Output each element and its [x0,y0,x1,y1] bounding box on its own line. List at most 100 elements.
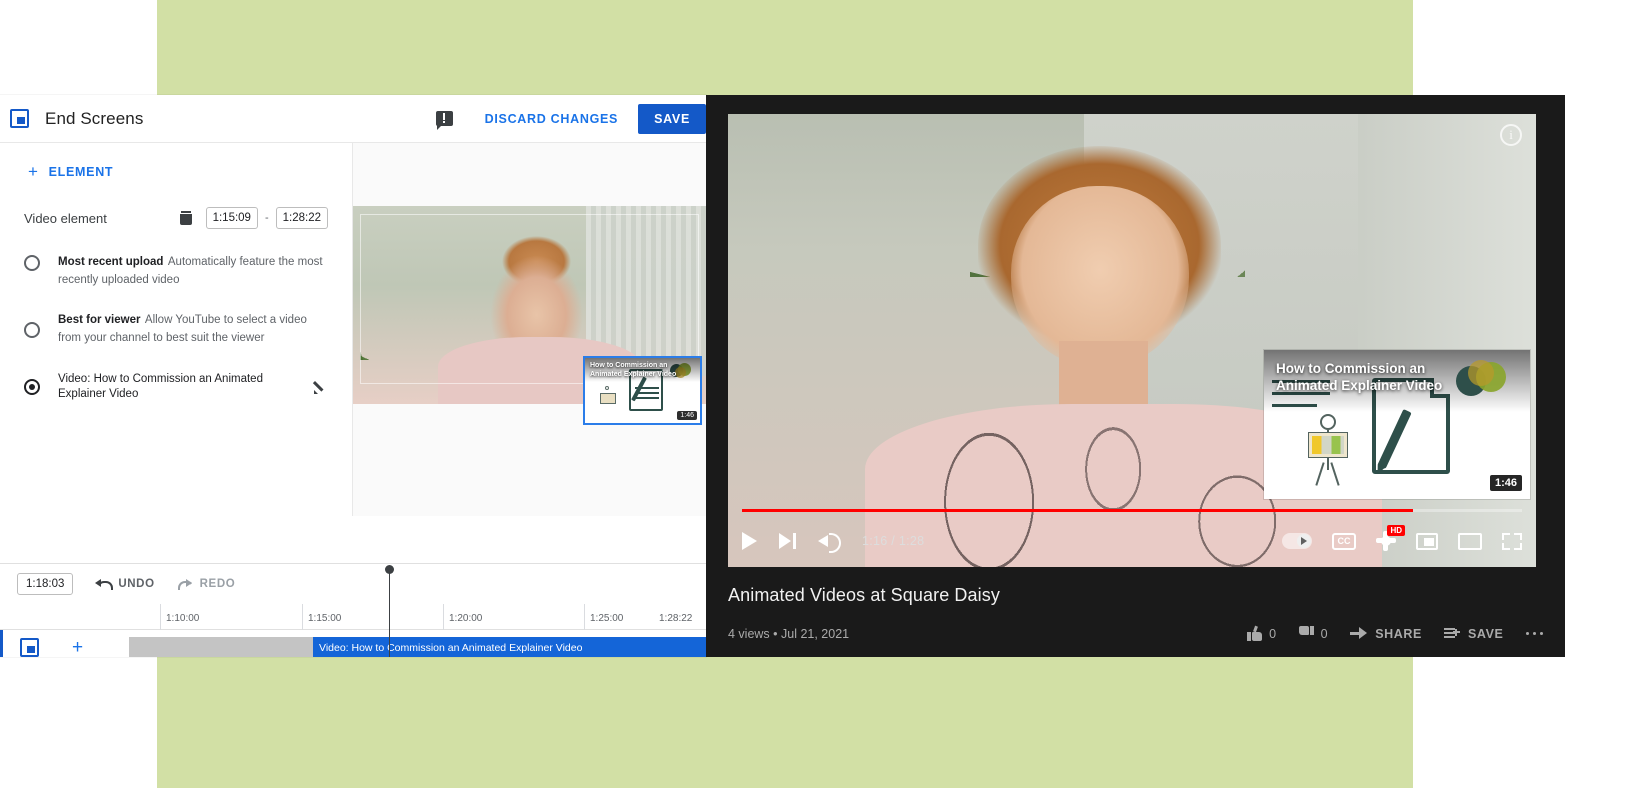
dislike-button[interactable]: 0 [1299,626,1329,641]
timeline-ruler[interactable]: 1:10:00 1:15:00 1:20:00 1:25:00 1:28:22 [0,604,706,630]
view-count-and-date: 4 views • Jul 21, 2021 [728,626,850,641]
settings-gear-icon[interactable]: HD [1376,525,1405,551]
editor-body: + ELEMENT Video element 1:15:09 - 1:28:2… [0,143,706,516]
share-button[interactable]: SHARE [1350,627,1422,641]
volume-icon[interactable] [818,533,841,553]
endscreen-card-title: How to Commission an Animated Explainer … [1276,361,1443,393]
endscreen-track: + Video: How to Commission an Animated E… [0,630,706,657]
endscreen-card[interactable]: How to Commission an Animated Explainer … [1264,350,1530,499]
header-actions: DISCARD CHANGES SAVE [435,95,706,142]
like-count: 0 [1269,626,1277,641]
redo-label: REDO [199,578,236,590]
trash-icon[interactable] [179,211,192,225]
captions-icon[interactable]: CC [1332,532,1356,550]
preview-card-duration: 1:46 [677,411,697,420]
thumbs-down-icon [1299,626,1314,641]
current-time-input[interactable]: 1:18:03 [17,573,74,595]
time-separator: - [264,212,269,224]
progress-bar-fill [742,509,1413,512]
video-frame [728,114,1536,567]
stick-figure-illustration [600,386,616,404]
newspaper-illustration [1308,432,1348,458]
video-metadata: Animated Videos at Square Daisy 4 views … [728,585,1543,641]
ruler-tick: 1:10:00 [160,604,199,630]
feedback-icon[interactable] [435,111,453,130]
dislike-count: 0 [1320,626,1329,641]
pencil-icon[interactable] [314,380,328,394]
theater-mode-icon[interactable] [1458,532,1482,550]
undo-icon [95,578,114,590]
thumbs-up-icon [1247,625,1263,641]
option-title: Best for viewer [58,314,141,326]
youtube-watch-page: i How to Commission an Animated Explaine… [706,95,1565,657]
timeline-section: 1:18:03 UNDO REDO 1:10:00 1:15:00 1:20:0… [0,563,706,657]
stick-figure-head [1320,414,1336,430]
video-element-label: Video element [24,210,107,226]
info-icon[interactable]: i [1500,124,1522,146]
endscreen-bar-inactive[interactable] [129,636,313,657]
video-element-row: Video element 1:15:09 - 1:28:22 [24,206,328,230]
share-label: SHARE [1375,626,1422,641]
preview-card-title: How to Commission an Animated Explainer … [590,362,677,378]
start-time-input[interactable]: 1:15:09 [205,207,258,229]
screenshot-root: End Screens DISCARD CHANGES SAVE + ELEME… [0,0,1625,788]
end-time-input[interactable]: 1:28:22 [275,207,328,229]
endscreen-track-lane: Video: How to Commission an Animated Exp… [100,636,706,657]
save-playlist-icon [1443,627,1460,640]
endscreen-bar-active[interactable]: Video: How to Commission an Animated Exp… [313,636,706,657]
player-right-controls: CC HD [1282,525,1522,551]
share-icon [1350,627,1368,640]
autoplay-toggle[interactable] [1282,533,1312,549]
save-to-playlist-button[interactable]: SAVE [1443,626,1504,641]
video-title: Animated Videos at Square Daisy [728,585,1000,605]
radio-specific-video[interactable] [24,379,40,395]
add-element-button[interactable]: + ELEMENT [24,157,328,180]
add-element-label: ELEMENT [48,164,114,179]
endscreen-preview-pane: 10 10 [353,143,706,516]
subject-neck [1059,340,1149,413]
radio-most-recent-upload[interactable] [24,255,40,271]
option-title: Video: How to Commission an Animated Exp… [58,373,263,400]
plus-icon: + [28,162,39,181]
end-screens-icon [10,109,29,128]
add-endscreen-element-button[interactable]: + [55,637,100,658]
playback-time: 1:16 / 1:28 [862,534,925,548]
timeline-playhead[interactable] [385,565,394,657]
video-subinfo-row: 4 views • Jul 21, 2021 0 0 SHARE SAVE [728,625,1543,641]
stick-figure-leg [1315,462,1325,486]
progress-bar[interactable] [742,509,1522,512]
save-label: SAVE [1467,626,1504,641]
ruler-tick: 1:25:00 [584,604,623,630]
play-icon[interactable] [742,532,757,550]
save-button[interactable]: SAVE [638,103,706,134]
ruler-tick: 1:15:00 [302,604,341,630]
element-settings-pane: + ELEMENT Video element 1:15:09 - 1:28:2… [0,143,353,516]
preview-endscreen-card[interactable]: How to Commission an Animated Explainer … [583,356,702,425]
page-background-bottom [157,657,1413,788]
stick-figure-leg [1330,462,1340,486]
option-title: Most recent upload [58,256,164,268]
fullscreen-icon[interactable] [1502,532,1522,550]
option-specific-video[interactable]: Video: How to Commission an Animated Exp… [24,372,328,402]
undo-label: UNDO [118,578,155,590]
option-best-for-viewer[interactable]: Best for viewer Allow YouTube to select … [24,310,328,346]
miniplayer-icon[interactable] [1416,532,1438,550]
editor-header: End Screens DISCARD CHANGES SAVE [0,95,706,143]
more-options-icon[interactable] [1525,631,1543,636]
discard-changes-button[interactable]: DISCARD CHANGES [475,104,628,134]
endscreen-card-duration: 1:46 [1489,475,1522,491]
ruler-tick: 1:28:22 [659,613,693,624]
page-background-top [157,0,1413,95]
like-button[interactable]: 0 [1247,625,1277,641]
redo-icon [177,578,194,590]
end-screens-editor: End Screens DISCARD CHANGES SAVE + ELEME… [0,95,706,657]
next-video-icon[interactable] [779,533,796,549]
youtube-video-player[interactable]: i How to Commission an Animated Explaine… [728,114,1536,567]
end-screens-icon [19,638,39,657]
radio-best-for-viewer[interactable] [24,322,40,338]
player-controls: 1:16 / 1:28 CC HD [728,515,1536,567]
option-most-recent-upload[interactable]: Most recent upload Automatically feature… [24,252,328,288]
undo-button[interactable]: UNDO [95,578,154,590]
timeline-toolbar: 1:18:03 UNDO REDO [0,564,706,604]
redo-button[interactable]: REDO [177,578,236,590]
